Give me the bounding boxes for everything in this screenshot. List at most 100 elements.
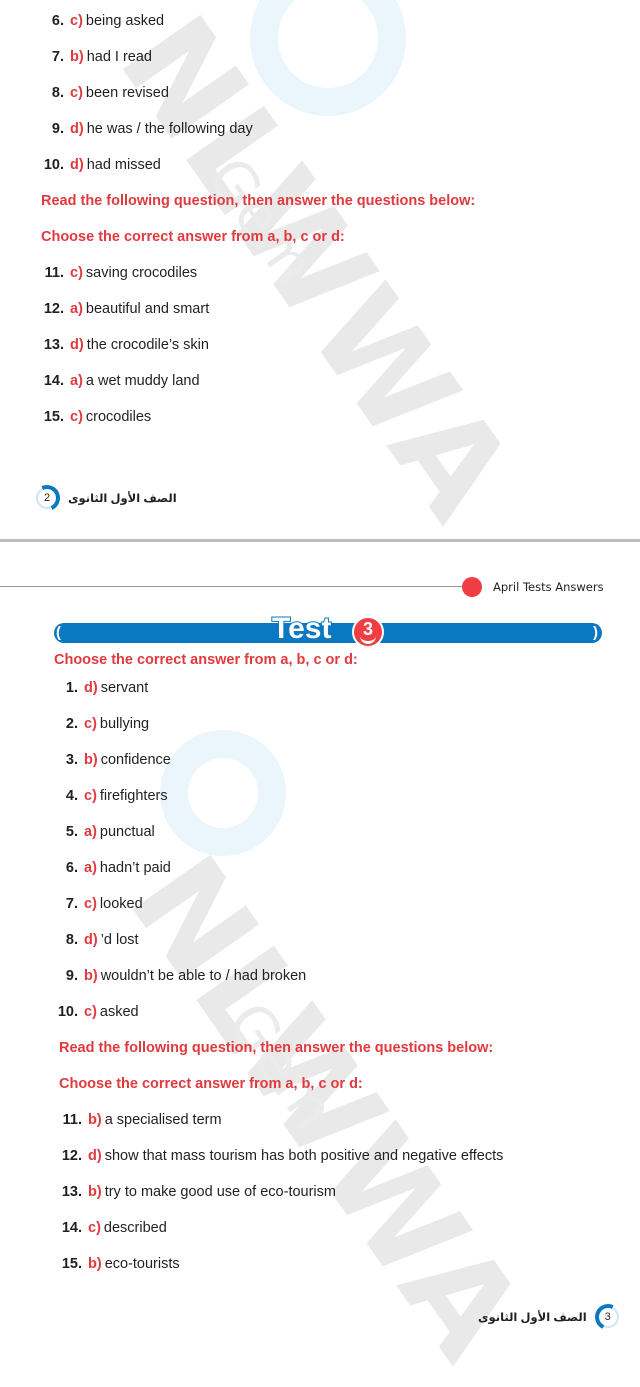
page-number: 2 (43, 492, 51, 504)
answer-text: try to make good use of eco-tourism (104, 1184, 336, 1200)
answer-item: 9. b) wouldn’t be able to / had broken (56, 967, 306, 985)
answer-text: eco-tourists (104, 1256, 180, 1272)
answer-option-letter: b) (84, 968, 98, 984)
header-rule (0, 586, 466, 587)
answer-item: 7. b) had I read (38, 48, 152, 66)
answer-option-letter: c) (84, 896, 97, 912)
answer-item: 10. c) asked (56, 1003, 139, 1021)
answer-text: asked (99, 1004, 139, 1020)
section-heading-choose: Choose the correct answer from a, b, c o… (41, 229, 345, 245)
answer-option-letter: c) (88, 1220, 101, 1236)
answer-text: ’d lost (100, 932, 139, 948)
answer-text: saving crocodiles (85, 265, 198, 281)
answer-option-letter: a) (84, 860, 97, 876)
bracket-left-icon: ( (56, 624, 61, 641)
section-heading-choose: Choose the correct answer from a, b, c o… (54, 652, 358, 668)
page-number-badge: 3 (596, 1306, 619, 1328)
answer-text: bullying (99, 716, 150, 732)
answer-text: punctual (99, 824, 155, 840)
answer-option-letter: d) (70, 157, 84, 173)
watermark-gem: Gem (194, 145, 329, 297)
item-number: 7. (65, 896, 78, 912)
answer-item: 1. d) servant (56, 679, 148, 697)
answer-text: a wet muddy land (85, 373, 200, 389)
answer-text: looked (99, 896, 143, 912)
item-number: 10. (57, 1004, 78, 1020)
item-number: 6. (65, 860, 78, 876)
answer-option-letter: c) (70, 265, 83, 281)
item-number: 15. (43, 409, 64, 425)
item-number: 8. (65, 932, 78, 948)
item-number: 10. (43, 157, 64, 173)
answer-item: 9. d) he was / the following day (38, 120, 253, 138)
answer-item: 11. b) a specialised term (56, 1111, 222, 1129)
watermark-logo-circle (160, 730, 286, 856)
answer-item: 2. c) bullying (56, 715, 149, 733)
answer-text: servant (100, 680, 149, 696)
answer-text: hadn’t paid (99, 860, 171, 876)
answer-option-letter: a) (70, 373, 83, 389)
section-heading-read: Read the following question, then answer… (59, 1040, 494, 1056)
answer-item: 15. c) crocodiles (38, 408, 151, 426)
answer-option-letter: d) (88, 1148, 102, 1164)
answer-option-letter: a) (70, 301, 83, 317)
answer-item: 12. a) beautiful and smart (38, 300, 209, 318)
answer-option-letter: d) (70, 337, 84, 353)
answer-option-letter: b) (84, 752, 98, 768)
item-number: 12. (61, 1148, 82, 1164)
watermark-logo-circle (250, 0, 406, 116)
running-header-title: April Tests Answers (493, 580, 604, 594)
bracket-right-icon: ) (593, 624, 598, 641)
answer-item: 14. a) a wet muddy land (38, 372, 200, 390)
item-number: 14. (43, 373, 64, 389)
answer-text: had missed (86, 157, 161, 173)
test-number-badge: 3 (352, 616, 384, 648)
item-number: 6. (51, 13, 64, 29)
answer-item: 6. a) hadn’t paid (56, 859, 171, 877)
answer-item: 13. b) try to make good use of eco-tourism (56, 1183, 336, 1201)
answer-item: 13. d) the crocodile’s skin (38, 336, 209, 354)
answer-text: firefighters (99, 788, 168, 804)
answer-item: 8. d)’d lost (56, 931, 139, 949)
item-number: 9. (65, 968, 78, 984)
answer-option-letter: c) (70, 85, 83, 101)
answer-item: 14. c) described (56, 1219, 167, 1237)
answer-option-letter: c) (70, 409, 83, 425)
answer-item: 8. c) been revised (38, 84, 169, 102)
watermark-gem: Gem (214, 990, 349, 1142)
answer-option-letter: b) (70, 49, 84, 65)
answer-item: 11. c) saving crocodiles (38, 264, 198, 282)
answer-item: 6. c) being asked (38, 12, 164, 30)
answer-text: been revised (85, 85, 169, 101)
item-number: 9. (51, 121, 64, 137)
answer-item: 15. b) eco-tourists (56, 1255, 180, 1273)
answer-item: 3. b) confidence (56, 751, 171, 769)
answer-text: described (103, 1220, 167, 1236)
item-number: 13. (61, 1184, 82, 1200)
answer-option-letter: d) (70, 121, 84, 137)
answer-item: 7. c) looked (56, 895, 143, 913)
answer-option-letter: c) (84, 716, 97, 732)
answer-text: show that mass tourism has both positive… (104, 1148, 504, 1164)
item-number: 8. (51, 85, 64, 101)
answer-text: crocodiles (85, 409, 152, 425)
item-number: 15. (61, 1256, 82, 1272)
answer-text: beautiful and smart (85, 301, 210, 317)
answer-item: 12. d) show that mass tourism has both pos… (56, 1147, 504, 1165)
answer-text: wouldn’t be able to / had broken (100, 968, 307, 984)
answer-item: 10. d) had missed (38, 156, 161, 174)
answer-option-letter: c) (84, 1004, 97, 1020)
answer-option-letter: b) (88, 1112, 102, 1128)
answer-text: he was / the following day (86, 121, 253, 137)
answer-option-letter: c) (70, 13, 83, 29)
item-number: 14. (61, 1220, 82, 1236)
item-number: 11. (44, 265, 64, 281)
answer-option-letter: b) (88, 1256, 102, 1272)
smile-icon (360, 632, 376, 644)
watermark-brand: NLWWA (100, 830, 554, 1387)
section-heading-choose: Choose the correct answer from a, b, c o… (59, 1076, 363, 1092)
answer-item: 4. c) firefighters (56, 787, 168, 805)
item-number: 13. (43, 337, 64, 353)
grade-label: الصف الأول الثانوى (478, 1312, 587, 1324)
item-number: 12. (43, 301, 64, 317)
